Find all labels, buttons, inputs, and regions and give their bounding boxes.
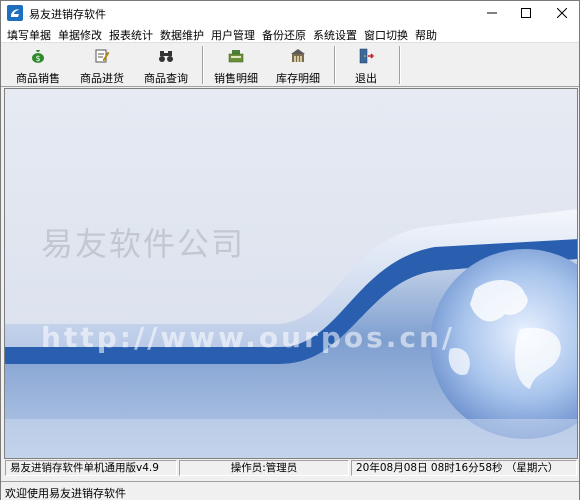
status-version: 易友进销存软件单机通用版v4.9 [5, 460, 177, 476]
status-datetime: 20年08月08日 08时16分58秒 （星期六） [351, 460, 577, 476]
welcome-bar: 欢迎使用易友进销存软件 [1, 481, 579, 500]
window-title: 易友进销存软件 [29, 8, 106, 21]
toolbar: $ 商品销售 商品进货 商品查询 销售明细 库存明细 退出 [1, 42, 579, 87]
query-label: 商品查询 [144, 72, 188, 85]
menu-window-switch[interactable]: 窗口切换 [364, 27, 408, 43]
purchase-label: 商品进货 [80, 72, 124, 85]
menu-edit-documents[interactable]: 单据修改 [58, 27, 102, 43]
splash-background [5, 89, 577, 458]
status-bar: 易友进销存软件单机通用版v4.9 操作员:管理员 20年08月08日 08时16… [1, 459, 579, 477]
edit-document-icon [95, 49, 110, 63]
title-bar[interactable]: 易友进销存软件 [1, 1, 579, 25]
svg-text:$: $ [35, 54, 40, 63]
exit-label: 退出 [355, 72, 377, 85]
menu-help[interactable]: 帮助 [415, 27, 437, 43]
menu-data-maintenance[interactable]: 数据维护 [160, 27, 204, 43]
app-logo-icon [7, 5, 23, 21]
minimize-button[interactable] [475, 1, 509, 25]
query-button[interactable]: 商品查询 [135, 45, 197, 85]
menu-fill-documents[interactable]: 填写单据 [7, 27, 51, 43]
exit-door-icon [359, 48, 374, 64]
toolbar-separator [399, 46, 401, 84]
exit-button[interactable]: 退出 [335, 45, 397, 85]
menu-system-settings[interactable]: 系统设置 [313, 27, 357, 43]
close-icon [557, 8, 567, 18]
sales-label: 商品销售 [16, 72, 60, 85]
sales-detail-button[interactable]: 销售明细 [205, 45, 267, 85]
app-window: 易友进销存软件 填写单据 单据修改 报表统计 数据维护 用户管理 备份还原 系统… [0, 0, 580, 500]
purchase-button[interactable]: 商品进货 [71, 45, 133, 85]
maximize-button[interactable] [509, 1, 543, 25]
menu-backup-restore[interactable]: 备份还原 [262, 27, 306, 43]
toolbar-separator [202, 46, 204, 84]
menu-bar: 填写单据 单据修改 报表统计 数据维护 用户管理 备份还原 系统设置 窗口切换 … [1, 25, 579, 42]
sales-button[interactable]: $ 商品销售 [7, 45, 69, 85]
stock-detail-button[interactable]: 库存明细 [267, 45, 329, 85]
menu-reports[interactable]: 报表统计 [109, 27, 153, 43]
binoculars-icon [159, 51, 173, 62]
welcome-text: 欢迎使用易友进销存软件 [5, 487, 126, 500]
company-name: 易友软件公司 [41, 225, 246, 263]
minimize-icon [487, 12, 497, 14]
stock-detail-label: 库存明细 [276, 72, 320, 85]
status-operator: 操作员:管理员 [179, 460, 349, 476]
menu-user-management[interactable]: 用户管理 [211, 27, 255, 43]
cash-register-icon [228, 50, 244, 63]
maximize-icon [521, 8, 531, 18]
money-bag-icon: $ [32, 50, 44, 63]
company-url: http://www.ourpos.cn/ [41, 321, 456, 354]
warehouse-icon [291, 49, 305, 62]
splash-panel: 易友软件公司 http://www.ourpos.cn/ [4, 88, 578, 459]
close-button[interactable] [545, 1, 579, 25]
sales-detail-label: 销售明细 [214, 72, 258, 85]
